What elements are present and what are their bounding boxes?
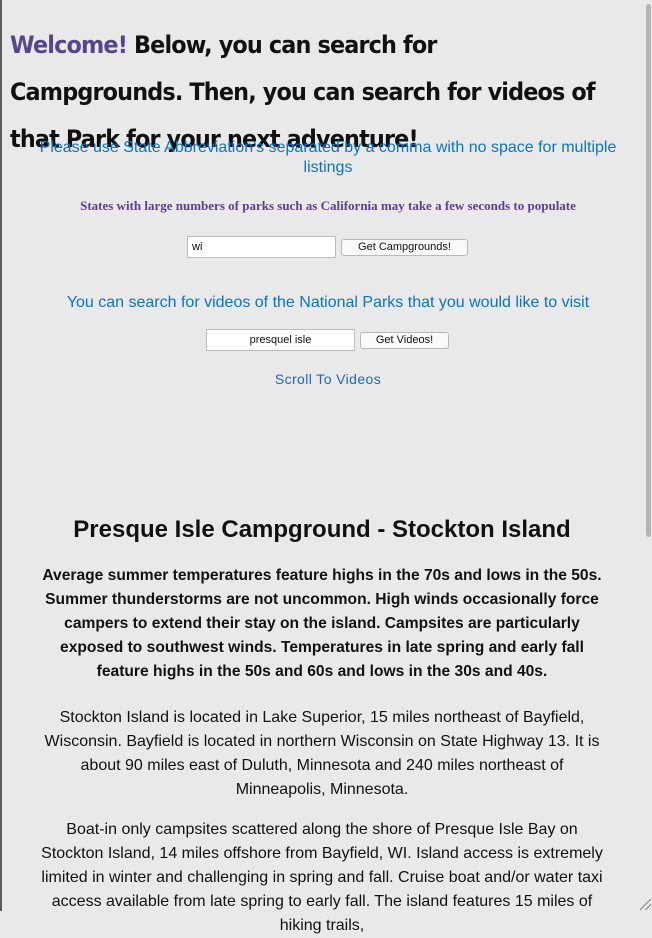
get-videos-button[interactable]: Get Videos! <box>360 332 449 349</box>
campground-title: Presque Isle Campground - Stockton Islan… <box>73 516 571 543</box>
video-search-input[interactable] <box>206 329 355 351</box>
window-edge <box>0 0 2 911</box>
campground-instruction: Please use State Abbreviation's separate… <box>39 139 617 176</box>
video-instruction: You can search for videos of the Nationa… <box>66 294 590 311</box>
campground-load-note: States with large numbers of parks such … <box>80 198 576 213</box>
state-search-input[interactable] <box>187 236 336 258</box>
resize-grip-icon[interactable] <box>640 899 651 910</box>
get-campgrounds-button[interactable]: Get Campgrounds! <box>341 239 468 256</box>
campground-location: Stockton Island is located in Lake Super… <box>44 709 600 798</box>
campground-description: Boat-in only campsites scattered along t… <box>41 821 603 934</box>
vertical-scrollbar[interactable] <box>644 0 652 911</box>
welcome-text: Welcome! <box>10 31 128 59</box>
campground-weather: Average summer temperatures feature high… <box>42 567 602 680</box>
scroll-to-videos-link[interactable]: Scroll To Videos <box>10 370 646 388</box>
scrollbar-thumb[interactable] <box>646 4 651 537</box>
